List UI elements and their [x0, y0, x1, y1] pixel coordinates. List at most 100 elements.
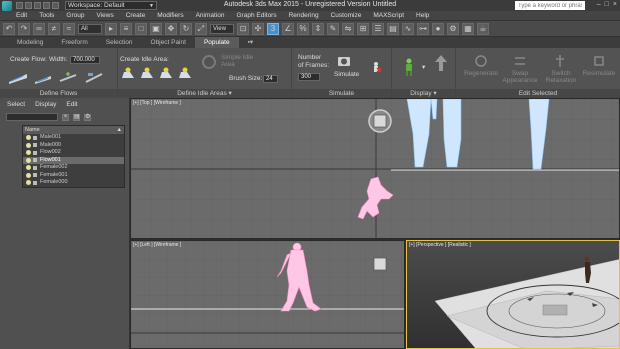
- simulate-icon[interactable]: [336, 54, 352, 70]
- snaps-toggle-icon[interactable]: 3: [267, 22, 279, 35]
- add-flow-icon[interactable]: [58, 70, 78, 84]
- spinner-snap-icon[interactable]: ⇕: [312, 22, 324, 35]
- select-move-icon[interactable]: ✥: [165, 22, 177, 35]
- visibility-bulb-icon[interactable]: [26, 180, 31, 186]
- select-by-name-icon[interactable]: ≡: [120, 22, 132, 35]
- tab-object-paint[interactable]: Object Paint: [142, 37, 195, 48]
- clear-filter-icon[interactable]: ×: [62, 113, 69, 121]
- perspective-viewport[interactable]: [+] [Perspective ] [Realistic ]: [406, 240, 620, 349]
- selection-filter-dropdown[interactable]: All: [78, 23, 102, 34]
- tab-freeform[interactable]: Freeform: [52, 37, 96, 48]
- regenerate-icon[interactable]: [474, 54, 488, 68]
- menu-animation[interactable]: Animation: [190, 12, 231, 19]
- list-item-selected[interactable]: Flow001: [23, 156, 124, 164]
- define-idle-areas-footer[interactable]: Define Idle Areas ▾: [118, 89, 291, 98]
- named-selection-icon[interactable]: ✎: [327, 22, 339, 35]
- window-crossing-icon[interactable]: ▣: [150, 22, 162, 35]
- menu-modifiers[interactable]: Modifiers: [151, 12, 189, 19]
- explorer-menu-display[interactable]: Display: [35, 101, 56, 108]
- render-setup-icon[interactable]: ⚙: [447, 22, 459, 35]
- select-scale-icon[interactable]: ⤢: [195, 22, 207, 35]
- unlink-icon[interactable]: ≠: [48, 22, 60, 35]
- list-item[interactable]: Female001: [23, 172, 124, 180]
- find-field[interactable]: [6, 113, 58, 121]
- visibility-bulb-icon[interactable]: [26, 142, 31, 148]
- pivot-center-icon[interactable]: ⊡: [237, 22, 249, 35]
- reference-coordinate-dropdown[interactable]: View: [210, 23, 234, 34]
- app-logo-icon[interactable]: [2, 0, 12, 11]
- undo-icon[interactable]: [43, 2, 50, 9]
- rendered-frame-icon[interactable]: ▦: [462, 22, 474, 35]
- filter-options-icon[interactable]: ▤: [73, 113, 80, 121]
- tab-modeling[interactable]: Modeling: [8, 37, 52, 48]
- menu-maxscript[interactable]: MAXScript: [367, 12, 410, 19]
- curve-editor-icon[interactable]: ∿: [402, 22, 414, 35]
- menu-tools[interactable]: Tools: [33, 12, 60, 19]
- rectangular-selection-icon[interactable]: □: [135, 22, 147, 35]
- list-item[interactable]: Female002: [23, 164, 124, 172]
- menu-customize[interactable]: Customize: [325, 12, 368, 19]
- create-flow-icon[interactable]: [8, 70, 28, 84]
- perspective-viewport-label[interactable]: [+] [Perspective ] [Realistic ]: [409, 242, 471, 248]
- percent-snap-icon[interactable]: %: [297, 22, 309, 35]
- list-item[interactable]: Male001: [23, 134, 124, 142]
- viewcube-icon[interactable]: [373, 257, 387, 271]
- material-editor-icon[interactable]: ●: [432, 22, 444, 35]
- undo-icon[interactable]: ↶: [3, 22, 15, 35]
- align-icon[interactable]: ⊞: [357, 22, 369, 35]
- menu-edit[interactable]: Edit: [10, 12, 33, 19]
- idle-area-icon-2[interactable]: [140, 66, 154, 80]
- top-viewport[interactable]: [+] [Top ] [Wireframe ]: [130, 98, 620, 239]
- redo-icon[interactable]: [52, 2, 59, 9]
- display-dropdown-icon[interactable]: ▾: [422, 63, 425, 71]
- select-rotate-icon[interactable]: ↻: [180, 22, 192, 35]
- minimize-button[interactable]: –: [597, 1, 601, 8]
- visibility-bulb-icon[interactable]: [26, 157, 31, 163]
- menu-create[interactable]: Create: [120, 12, 152, 19]
- display-up-icon[interactable]: [434, 54, 448, 72]
- tab-selection[interactable]: Selection: [97, 37, 142, 48]
- name-column-header[interactable]: Name ▲: [23, 126, 124, 134]
- open-icon[interactable]: [25, 2, 32, 9]
- visibility-bulb-icon[interactable]: [26, 150, 31, 156]
- render-production-icon[interactable]: ☕: [477, 22, 489, 35]
- graphite-toggle-icon[interactable]: ▤: [387, 22, 399, 35]
- width-field[interactable]: 700.000: [70, 56, 100, 64]
- display-footer[interactable]: Display ▾: [392, 89, 455, 98]
- mirror-icon[interactable]: ⇋: [342, 22, 354, 35]
- frames-field[interactable]: 300: [298, 73, 320, 81]
- tab-populate[interactable]: Populate: [194, 37, 239, 48]
- list-item[interactable]: Flow002: [23, 149, 124, 157]
- close-button[interactable]: ×: [613, 1, 617, 8]
- simple-idle-area-icon[interactable]: [200, 54, 218, 70]
- idle-area-icon-4[interactable]: [178, 66, 192, 80]
- idle-area-icon-1[interactable]: [121, 66, 135, 80]
- menu-help[interactable]: Help: [410, 12, 435, 19]
- explorer-menu-select[interactable]: Select: [7, 101, 25, 108]
- simulate-options-icon[interactable]: [369, 60, 383, 74]
- swap-appearance-icon[interactable]: [513, 54, 527, 68]
- save-icon[interactable]: [34, 2, 41, 9]
- angle-snap-icon[interactable]: ∠: [282, 22, 294, 35]
- maximize-button[interactable]: □: [605, 1, 609, 8]
- list-item[interactable]: Female000: [23, 179, 124, 187]
- list-item[interactable]: Male000: [23, 142, 124, 150]
- visibility-bulb-icon[interactable]: [26, 135, 31, 141]
- redo-icon[interactable]: ↷: [18, 22, 30, 35]
- menu-rendering[interactable]: Rendering: [283, 12, 325, 19]
- menu-group[interactable]: Group: [60, 12, 90, 19]
- link-icon[interactable]: ∞: [33, 22, 45, 35]
- new-icon[interactable]: [16, 2, 23, 9]
- select-object-icon[interactable]: ▸: [105, 22, 117, 35]
- resimulate-icon[interactable]: [592, 54, 606, 68]
- manipulate-icon[interactable]: ✣: [252, 22, 264, 35]
- left-viewport-label[interactable]: [+] [Left ] [Wireframe ]: [133, 242, 181, 248]
- visibility-bulb-icon[interactable]: [26, 172, 31, 178]
- left-viewport[interactable]: [+] [Left ] [Wireframe ]: [130, 240, 405, 349]
- explorer-settings-icon[interactable]: ⚙: [84, 113, 91, 121]
- top-viewport-label[interactable]: [+] [Top ] [Wireframe ]: [133, 100, 181, 106]
- create-flow-segment-icon[interactable]: [34, 70, 52, 84]
- explorer-menu-edit[interactable]: Edit: [66, 101, 77, 108]
- viewcube-icon[interactable]: [368, 109, 392, 133]
- brush-size-field[interactable]: 24: [263, 75, 278, 83]
